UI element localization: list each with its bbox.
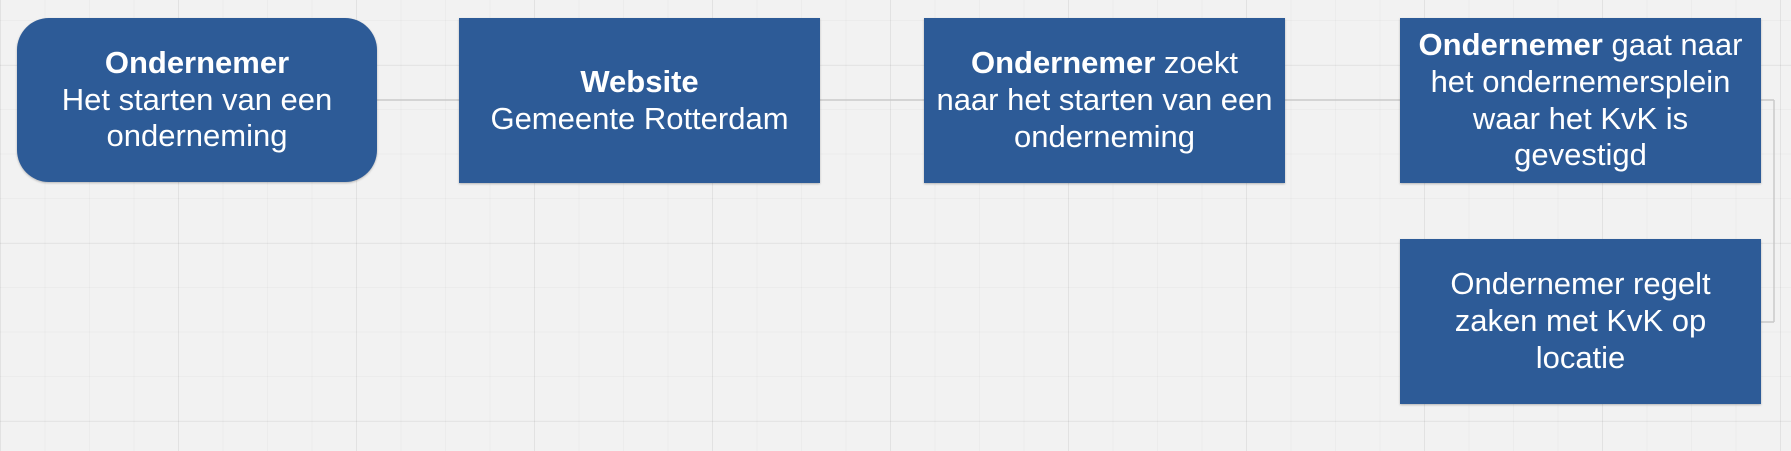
node-label: Ondernemer Het starten van een ondernemin… bbox=[29, 45, 365, 156]
node-label: Ondernemer gaat naar het ondernemersplei… bbox=[1412, 27, 1749, 175]
node-label-text: Het starten van een onderneming bbox=[61, 81, 333, 154]
node-label: Ondernemer regelt zaken met KvK op locat… bbox=[1412, 266, 1749, 377]
node-label-text: Ondernemer regelt zaken met KvK op locat… bbox=[1450, 266, 1711, 375]
node-website-gemeente[interactable]: Website Gemeente Rotterdam bbox=[459, 18, 820, 183]
node-ondernemer-ondernemersplein[interactable]: Ondernemer gaat naar het ondernemersplei… bbox=[1400, 18, 1761, 183]
node-label-text: Gemeente Rotterdam bbox=[490, 100, 789, 136]
node-label: Website Gemeente Rotterdam bbox=[490, 64, 788, 138]
node-label-bold: Ondernemer bbox=[1418, 26, 1603, 62]
node-ondernemer-zoekt[interactable]: Ondernemer zoekt naar het starten van ee… bbox=[924, 18, 1285, 183]
node-label-bold: Ondernemer bbox=[104, 44, 290, 80]
node-label: Ondernemer zoekt naar het starten van ee… bbox=[936, 45, 1273, 156]
node-label-bold: Website bbox=[580, 63, 699, 99]
node-label-bold: Ondernemer bbox=[970, 45, 1156, 81]
node-ondernemer-start[interactable]: Ondernemer Het starten van een ondernemin… bbox=[17, 18, 377, 182]
node-ondernemer-regelt-zaken[interactable]: Ondernemer regelt zaken met KvK op locat… bbox=[1400, 239, 1761, 404]
